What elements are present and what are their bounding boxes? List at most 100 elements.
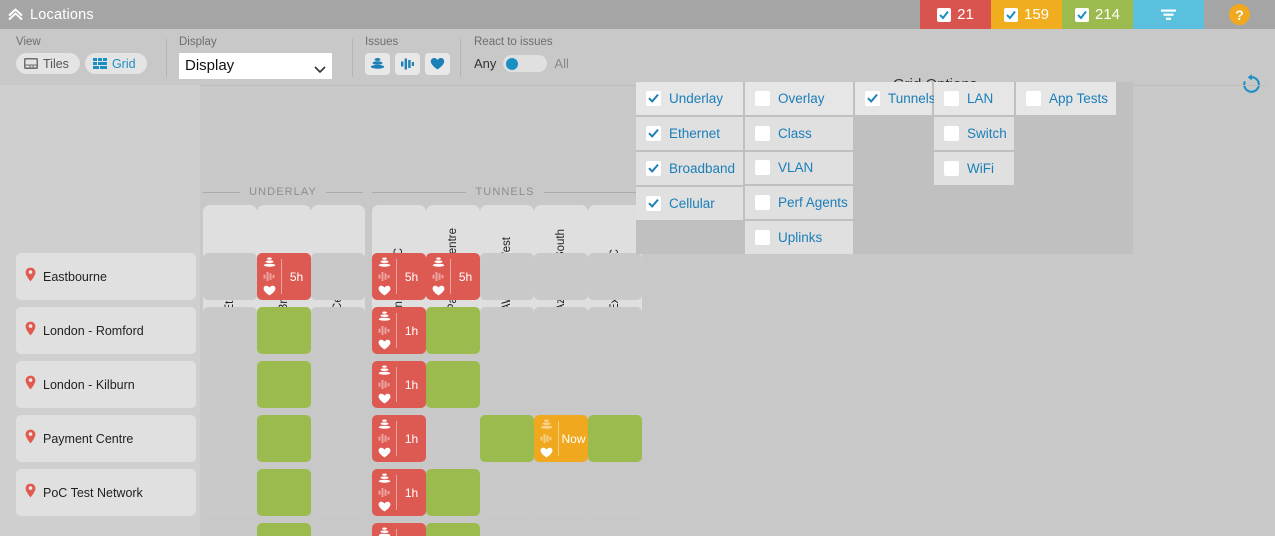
- grid-cell[interactable]: [311, 523, 365, 536]
- grid-cell[interactable]: [534, 469, 588, 516]
- grid-cell[interactable]: [257, 361, 311, 408]
- grid-cell[interactable]: [480, 361, 534, 408]
- location-row[interactable]: PoC Test Network: [16, 469, 196, 516]
- grid-option-class[interactable]: Class: [745, 116, 853, 150]
- grid-cell[interactable]: [372, 523, 426, 536]
- cell-duration: 5h: [458, 269, 473, 284]
- grid-cell[interactable]: [203, 415, 257, 462]
- grid-cell[interactable]: [426, 415, 480, 462]
- bars-icon: [263, 271, 276, 282]
- grid-cell[interactable]: [588, 415, 642, 462]
- grid-cell[interactable]: 5h: [372, 253, 426, 300]
- grid-option-underlay[interactable]: Underlay: [636, 82, 743, 115]
- vertical-scrollbar[interactable]: [1266, 85, 1275, 536]
- grid-cell[interactable]: [588, 253, 642, 300]
- grid-cell[interactable]: [311, 307, 365, 354]
- grid-option-wifi[interactable]: WiFi: [934, 152, 1014, 185]
- grid-option-label: Tunnels: [888, 91, 936, 106]
- checkbox-checked-icon: [1074, 7, 1089, 22]
- grid-cell[interactable]: [311, 361, 365, 408]
- grid-cell[interactable]: [480, 523, 534, 536]
- grid-cell[interactable]: 1h: [372, 415, 426, 462]
- grid-cell[interactable]: 1h: [372, 307, 426, 354]
- grid-cell[interactable]: [426, 307, 480, 354]
- cell-status-icons: [377, 311, 392, 350]
- grid-cell[interactable]: [426, 361, 480, 408]
- grid-cell[interactable]: [534, 307, 588, 354]
- grid-cell[interactable]: [203, 469, 257, 516]
- grid-cell[interactable]: 5h: [257, 253, 311, 300]
- grid-cell[interactable]: [588, 523, 642, 536]
- grid-cell[interactable]: [534, 361, 588, 408]
- location-row[interactable]: London - Kilburn: [16, 361, 196, 408]
- grid-cell[interactable]: [311, 253, 365, 300]
- view-group: View Tiles Grid: [16, 29, 147, 85]
- grid-cell[interactable]: 5h: [426, 253, 480, 300]
- grid-cell[interactable]: [534, 523, 588, 536]
- filter-icon[interactable]: [1133, 0, 1204, 29]
- grid-cell[interactable]: [257, 415, 311, 462]
- status-badges: 21 159 214 ?: [920, 0, 1275, 29]
- grid-option-app-tests[interactable]: App Tests: [1016, 82, 1116, 115]
- layers-icon: [378, 473, 391, 484]
- grid-cell[interactable]: [311, 469, 365, 516]
- chevron-double-up-icon[interactable]: [0, 0, 30, 29]
- issues-layers-button[interactable]: [365, 53, 390, 75]
- grid-cell[interactable]: [257, 307, 311, 354]
- view-grid-button[interactable]: Grid: [84, 53, 147, 74]
- location-row[interactable]: Payment Centre: [16, 415, 196, 462]
- display-select[interactable]: Display: [179, 53, 332, 79]
- location-row[interactable]: London - Romford: [16, 307, 196, 354]
- grid-cell[interactable]: [480, 253, 534, 300]
- cell-status-icons: [377, 473, 392, 512]
- grid-cell[interactable]: [257, 469, 311, 516]
- grid-cell[interactable]: [588, 469, 642, 516]
- grid-option-uplinks[interactable]: Uplinks: [745, 221, 853, 254]
- column-group-label: TUNNELS: [475, 186, 535, 198]
- status-badge-critical[interactable]: 21: [920, 0, 991, 29]
- grid-option-ethernet[interactable]: Ethernet: [636, 117, 743, 150]
- grid-cell[interactable]: 1h: [372, 469, 426, 516]
- issues-group-label: Issues: [365, 36, 399, 48]
- grid-cell[interactable]: [426, 469, 480, 516]
- grid-cell[interactable]: [311, 415, 365, 462]
- grid-cell[interactable]: [480, 469, 534, 516]
- grid-option-label: Cellular: [669, 196, 715, 211]
- react-toggle[interactable]: [503, 55, 548, 72]
- grid-cell[interactable]: [203, 523, 257, 536]
- view-tiles-button[interactable]: Tiles: [16, 53, 80, 74]
- grid-option-lan[interactable]: LAN: [934, 82, 1014, 115]
- grid-cell[interactable]: Now: [534, 415, 588, 462]
- status-badge-ok[interactable]: 214: [1062, 0, 1133, 29]
- grid-option-cellular[interactable]: Cellular: [636, 187, 743, 220]
- grid-cell[interactable]: [426, 523, 480, 536]
- help-button[interactable]: ?: [1204, 0, 1275, 29]
- chevron-down-icon: [314, 61, 326, 79]
- grid-cell[interactable]: [203, 253, 257, 300]
- grid-option-switch[interactable]: Switch: [934, 117, 1014, 150]
- cell-duration: 5h: [404, 269, 419, 284]
- location-pin-icon: [25, 321, 36, 341]
- view-group-label: View: [16, 36, 41, 48]
- grid-cell[interactable]: [203, 307, 257, 354]
- grid-option-label: App Tests: [1049, 91, 1109, 106]
- grid-option-perf-agents[interactable]: Perf Agents: [745, 186, 853, 220]
- status-badge-warning[interactable]: 159: [991, 0, 1062, 29]
- cell-duration: 1h: [404, 485, 419, 500]
- grid-cell[interactable]: [480, 415, 534, 462]
- grid-cell[interactable]: [588, 307, 642, 354]
- grid-cell[interactable]: [534, 253, 588, 300]
- issues-heart-button[interactable]: [425, 53, 450, 75]
- issues-bars-button[interactable]: [395, 53, 420, 75]
- grid-option-overlay[interactable]: Overlay: [745, 82, 853, 115]
- grid-option-vlan[interactable]: VLAN: [745, 151, 853, 185]
- cell-duration: 1h: [404, 377, 419, 392]
- location-row[interactable]: Eastbourne: [16, 253, 196, 300]
- grid-option-tunnels[interactable]: Tunnels: [855, 82, 936, 115]
- grid-option-broadband[interactable]: Broadband: [636, 152, 743, 185]
- grid-cell[interactable]: [588, 361, 642, 408]
- grid-cell[interactable]: [257, 523, 311, 536]
- grid-cell[interactable]: 1h: [372, 361, 426, 408]
- grid-cell[interactable]: [203, 361, 257, 408]
- grid-cell[interactable]: [480, 307, 534, 354]
